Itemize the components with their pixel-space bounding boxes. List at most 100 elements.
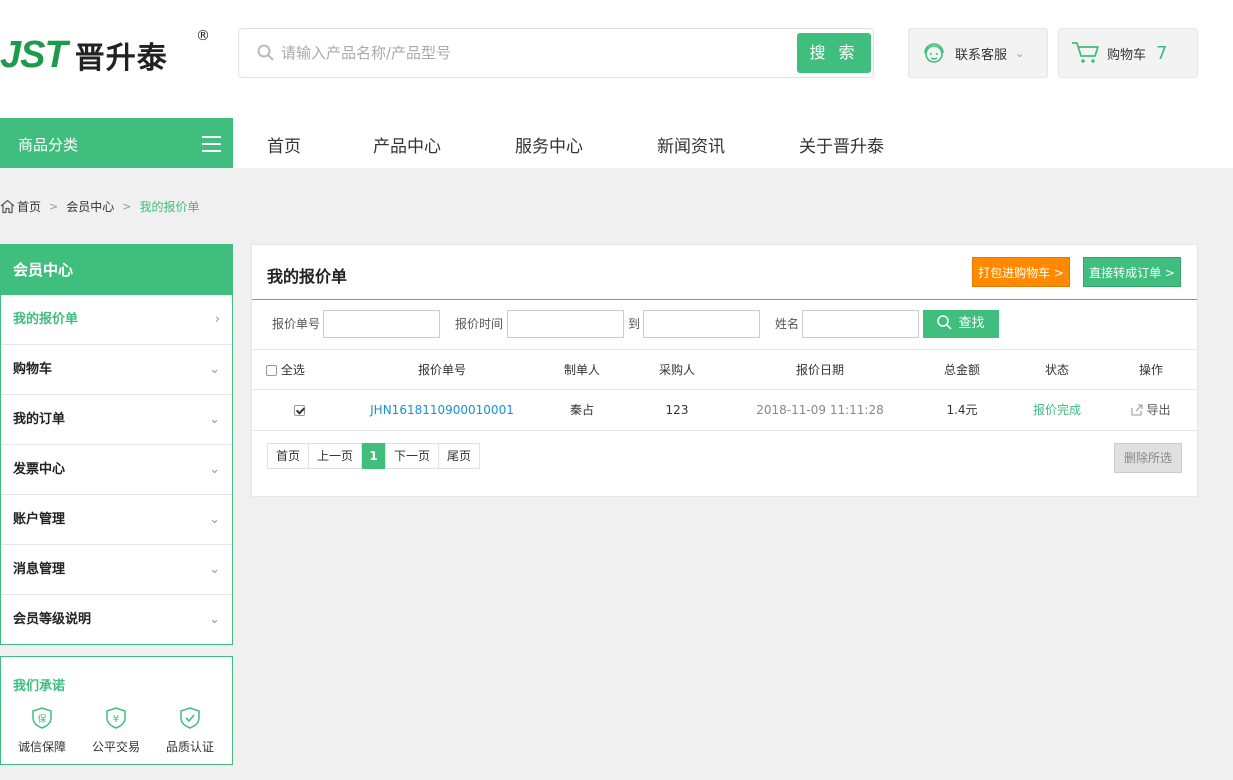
promise-title: 我们承诺 bbox=[13, 679, 66, 694]
col-total: 总金额 bbox=[943, 363, 980, 377]
nav-news[interactable]: 新闻资讯 bbox=[657, 132, 725, 157]
select-all-checkbox[interactable] bbox=[266, 365, 277, 376]
chevron-down-icon: ⌄ bbox=[209, 462, 220, 477]
nav-services[interactable]: 服务中心 bbox=[515, 132, 583, 157]
promise-label: 品质认证 bbox=[165, 740, 214, 754]
breadcrumb-separator: > bbox=[49, 200, 59, 213]
top-header: JST 晋升泰 ® 搜 索 联系客服 ⌄ 购物车 7 商品分类 首页 产品中心 … bbox=[0, 0, 1233, 168]
promise-item: 品质认证 bbox=[160, 707, 220, 755]
sidebar-item-member-levels[interactable]: 会员等级说明 ⌄ bbox=[1, 595, 232, 645]
sidebar-item-label: 我的报价单 bbox=[13, 312, 79, 327]
chevron-down-icon: ⌄ bbox=[209, 362, 220, 377]
maker-cell: 秦占 bbox=[569, 403, 594, 417]
shield-check-icon bbox=[179, 707, 201, 732]
sidebar-item-label: 消息管理 bbox=[13, 562, 66, 577]
nav-about[interactable]: 关于晋升泰 bbox=[799, 132, 884, 157]
page-current[interactable]: 1 bbox=[362, 443, 385, 469]
logo-name: 晋升泰 bbox=[74, 41, 168, 76]
cart-button[interactable]: 购物车 7 bbox=[1058, 28, 1198, 78]
select-all[interactable]: 全选 bbox=[266, 350, 305, 390]
sidebar-item-orders[interactable]: 我的订单 ⌄ bbox=[1, 395, 232, 445]
select-all-label: 全选 bbox=[280, 363, 305, 377]
sidebar-item-messages[interactable]: 消息管理 ⌄ bbox=[1, 545, 232, 595]
table-row: JHN1618110900010001 秦占 123 2018-11-09 11… bbox=[252, 390, 1197, 431]
table-header: 全选 报价单号 制单人 采购人 报价日期 总金额 状态 操作 bbox=[252, 349, 1197, 390]
page-first[interactable]: 首页 bbox=[267, 443, 309, 469]
search-icon bbox=[937, 313, 953, 341]
search-bar: 搜 索 bbox=[238, 28, 874, 78]
page-title: 我的报价单 bbox=[267, 267, 348, 286]
name-input[interactable] bbox=[802, 310, 919, 338]
promise-item: 保 诚信保障 bbox=[12, 707, 72, 755]
chevron-right-icon: › bbox=[214, 312, 220, 327]
breadcrumb-member-center[interactable]: 会员中心 bbox=[66, 198, 114, 215]
export-label: 导出 bbox=[1146, 403, 1171, 417]
hamburger-icon bbox=[202, 136, 221, 157]
col-date: 报价日期 bbox=[795, 363, 844, 377]
quote-time-label: 报价时间 bbox=[455, 317, 504, 331]
logo-mark: JST bbox=[0, 33, 68, 76]
shield-bao-icon: 保 bbox=[31, 707, 53, 732]
sidebar-item-cart[interactable]: 购物车 ⌄ bbox=[1, 345, 232, 395]
col-quote-no: 报价单号 bbox=[417, 363, 466, 377]
breadcrumb: 首页 > 会员中心 > 我的报价单 bbox=[0, 198, 199, 215]
date-cell: 2018-11-09 11:11:28 bbox=[756, 403, 884, 417]
chevron-down-icon: ⌄ bbox=[209, 562, 220, 577]
total-cell: 1.4元 bbox=[946, 403, 978, 417]
sidebar-item-label: 发票中心 bbox=[13, 462, 66, 477]
sidebar-title: 会员中心 bbox=[1, 245, 232, 295]
sidebar-item-label: 购物车 bbox=[13, 362, 53, 377]
quote-no-input[interactable] bbox=[323, 310, 440, 338]
convert-to-order-button[interactable]: 直接转成订单 > bbox=[1083, 257, 1181, 287]
search-button[interactable]: 搜 索 bbox=[797, 33, 871, 73]
cart-label: 购物车 bbox=[1107, 47, 1147, 63]
sidebar-item-invoices[interactable]: 发票中心 ⌄ bbox=[1, 445, 232, 495]
col-maker: 制单人 bbox=[563, 363, 600, 377]
customer-service-button[interactable]: 联系客服 ⌄ bbox=[908, 28, 1048, 78]
category-menu-button[interactable]: 商品分类 bbox=[0, 118, 233, 168]
query-button[interactable]: 查找 bbox=[923, 310, 999, 338]
page-prev[interactable]: 上一页 bbox=[308, 443, 362, 469]
row-checkbox[interactable] bbox=[293, 390, 305, 430]
category-label: 商品分类 bbox=[18, 136, 79, 154]
sidebar-item-label: 我的订单 bbox=[13, 412, 66, 427]
promise-panel: 我们承诺 保 诚信保障 ¥ 公平交易 品质认证 bbox=[0, 656, 233, 765]
query-label: 查找 bbox=[958, 316, 985, 331]
quote-no-label: 报价单号 bbox=[272, 317, 321, 331]
cart-count: 7 bbox=[1156, 42, 1168, 64]
quote-time-start-input[interactable] bbox=[507, 310, 624, 338]
title-divider bbox=[252, 299, 1197, 300]
nav-home[interactable]: 首页 bbox=[267, 132, 301, 157]
sidebar-item-quotes[interactable]: 我的报价单 › bbox=[1, 295, 232, 345]
nav-products[interactable]: 产品中心 bbox=[373, 132, 441, 157]
svg-text:¥: ¥ bbox=[113, 714, 119, 725]
breadcrumb-current: 我的报价单 bbox=[139, 200, 200, 214]
page-last[interactable]: 尾页 bbox=[438, 443, 480, 469]
page-next[interactable]: 下一页 bbox=[385, 443, 439, 469]
to-label: 到 bbox=[628, 317, 641, 331]
cart-icon bbox=[1071, 40, 1101, 66]
sidebar-item-account[interactable]: 账户管理 ⌄ bbox=[1, 495, 232, 545]
delete-selected-button[interactable]: 删除所选 bbox=[1114, 443, 1182, 473]
col-status: 状态 bbox=[1044, 363, 1069, 377]
sidebar-item-label: 会员等级说明 bbox=[13, 612, 92, 627]
headset-icon bbox=[921, 40, 947, 66]
logo[interactable]: JST 晋升泰 ® bbox=[0, 28, 210, 80]
col-action: 操作 bbox=[1138, 363, 1163, 377]
promise-item: ¥ 公平交易 bbox=[86, 707, 146, 755]
breadcrumb-home[interactable]: 首页 bbox=[17, 198, 41, 215]
col-buyer: 采购人 bbox=[658, 363, 695, 377]
name-label: 姓名 bbox=[775, 317, 800, 331]
status-cell: 报价完成 bbox=[1032, 403, 1081, 417]
search-input[interactable] bbox=[281, 39, 781, 67]
member-sidebar: 会员中心 我的报价单 › 购物车 ⌄ 我的订单 ⌄ 发票中心 ⌄ 账户管理 ⌄ 消息管理 ⌄… bbox=[0, 244, 233, 645]
pack-to-cart-button[interactable]: 打包进购物车 > bbox=[972, 257, 1070, 287]
quote-no-link[interactable]: JHN1618110900010001 bbox=[362, 390, 522, 430]
export-button[interactable]: 导出 bbox=[1116, 390, 1186, 430]
quote-panel: 我的报价单 打包进购物车 > 直接转成订单 > 报价单号 报价时间 到 姓名 查… bbox=[251, 244, 1198, 497]
export-icon bbox=[1131, 392, 1144, 432]
chevron-down-icon: ⌄ bbox=[1015, 46, 1025, 60]
registered-mark: ® bbox=[196, 28, 210, 44]
quote-time-end-input[interactable] bbox=[643, 310, 760, 338]
sidebar-item-label: 账户管理 bbox=[13, 512, 66, 527]
